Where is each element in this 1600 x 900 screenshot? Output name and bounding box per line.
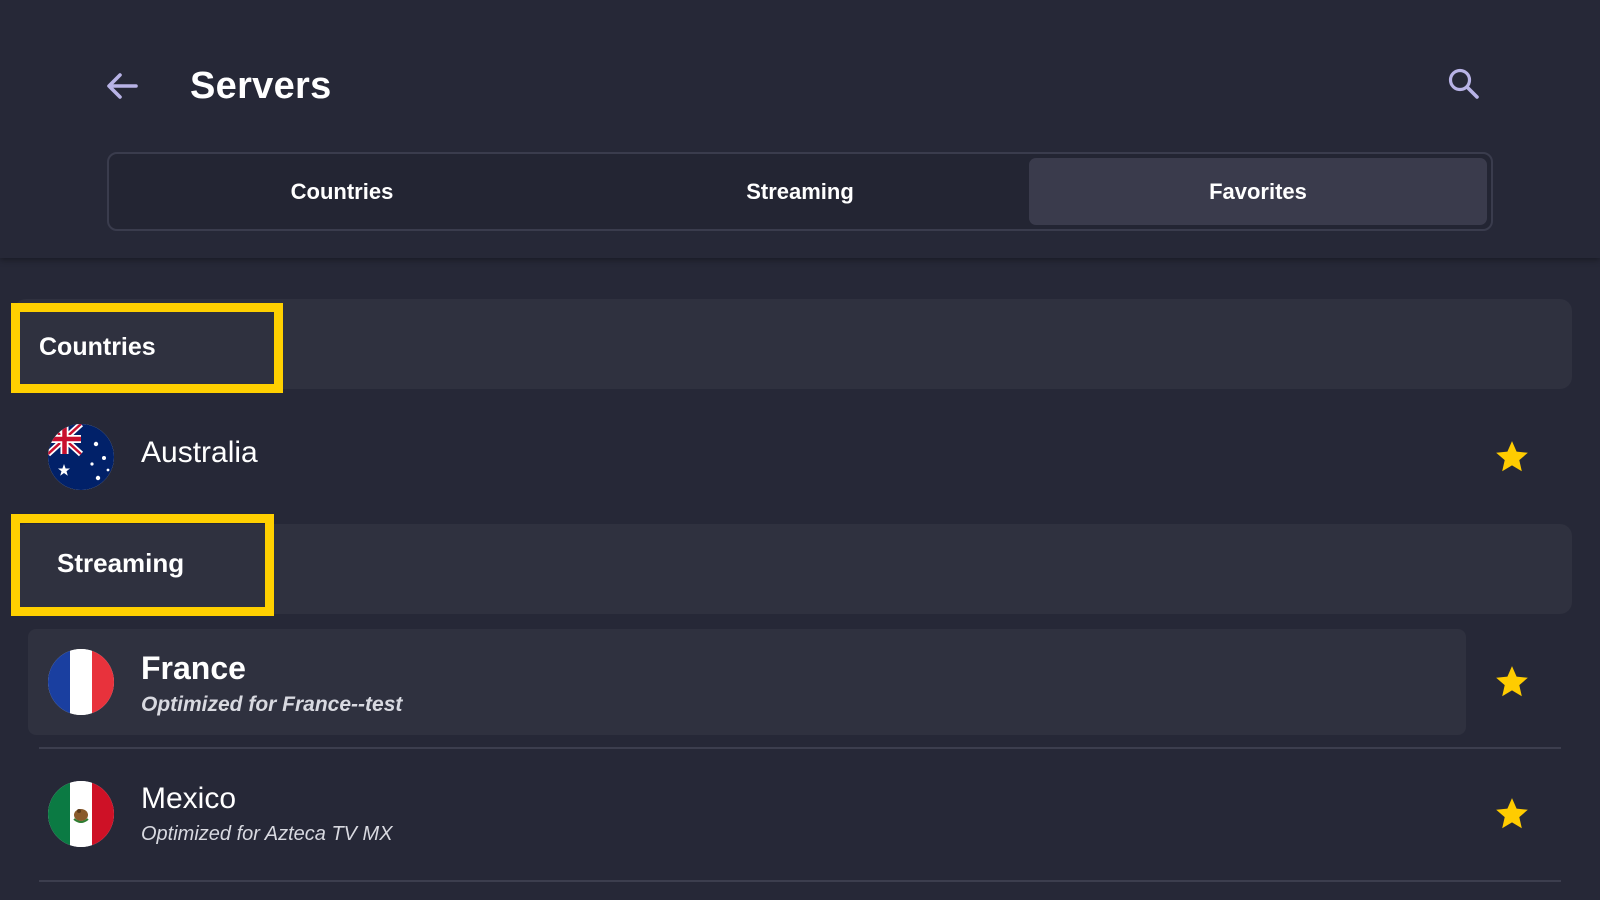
server-row-australia[interactable]: Australia [28,408,1572,506]
server-subtitle: Optimized for Azteca TV MX [141,823,393,845]
server-tabs: Countries Streaming Favorites [107,152,1493,231]
star-icon [1496,666,1528,697]
server-subtitle: Optimized for France--test [141,693,403,716]
section-header-streaming [14,524,1572,614]
server-row-mexico[interactable]: Mexico Optimized for Azteca TV MX [28,760,1572,876]
app-header: Servers Countries Streaming Favorites [0,0,1600,258]
favorite-star-button[interactable] [1488,658,1536,706]
page-title: Servers [190,65,332,107]
australia-flag-icon [48,424,114,490]
tab-streaming[interactable]: Streaming [571,158,1029,225]
star-icon [1496,441,1528,472]
france-flag-icon [48,649,114,715]
tab-countries[interactable]: Countries [113,158,571,225]
search-icon [1448,68,1479,99]
section-header-countries [14,299,1572,389]
arrow-left-icon [107,73,138,99]
search-button[interactable] [1440,60,1488,108]
server-name: Australia [141,436,258,469]
tab-favorites[interactable]: Favorites [1029,158,1487,225]
server-name: Mexico [141,782,237,815]
row-divider [39,747,1561,749]
server-row-france[interactable]: France Optimized for France--test [28,629,1572,735]
server-name: France [141,650,246,686]
section-label-streaming: Streaming [57,548,185,578]
section-label-countries: Countries [39,333,156,361]
row-divider [39,880,1561,882]
star-icon [1496,798,1528,829]
favorite-star-button[interactable] [1488,790,1536,838]
back-button[interactable] [98,62,146,110]
favorites-list: Countries Australia Streaming France Opt… [0,258,1600,900]
mexico-flag-icon [48,781,114,847]
favorite-star-button[interactable] [1488,433,1536,481]
